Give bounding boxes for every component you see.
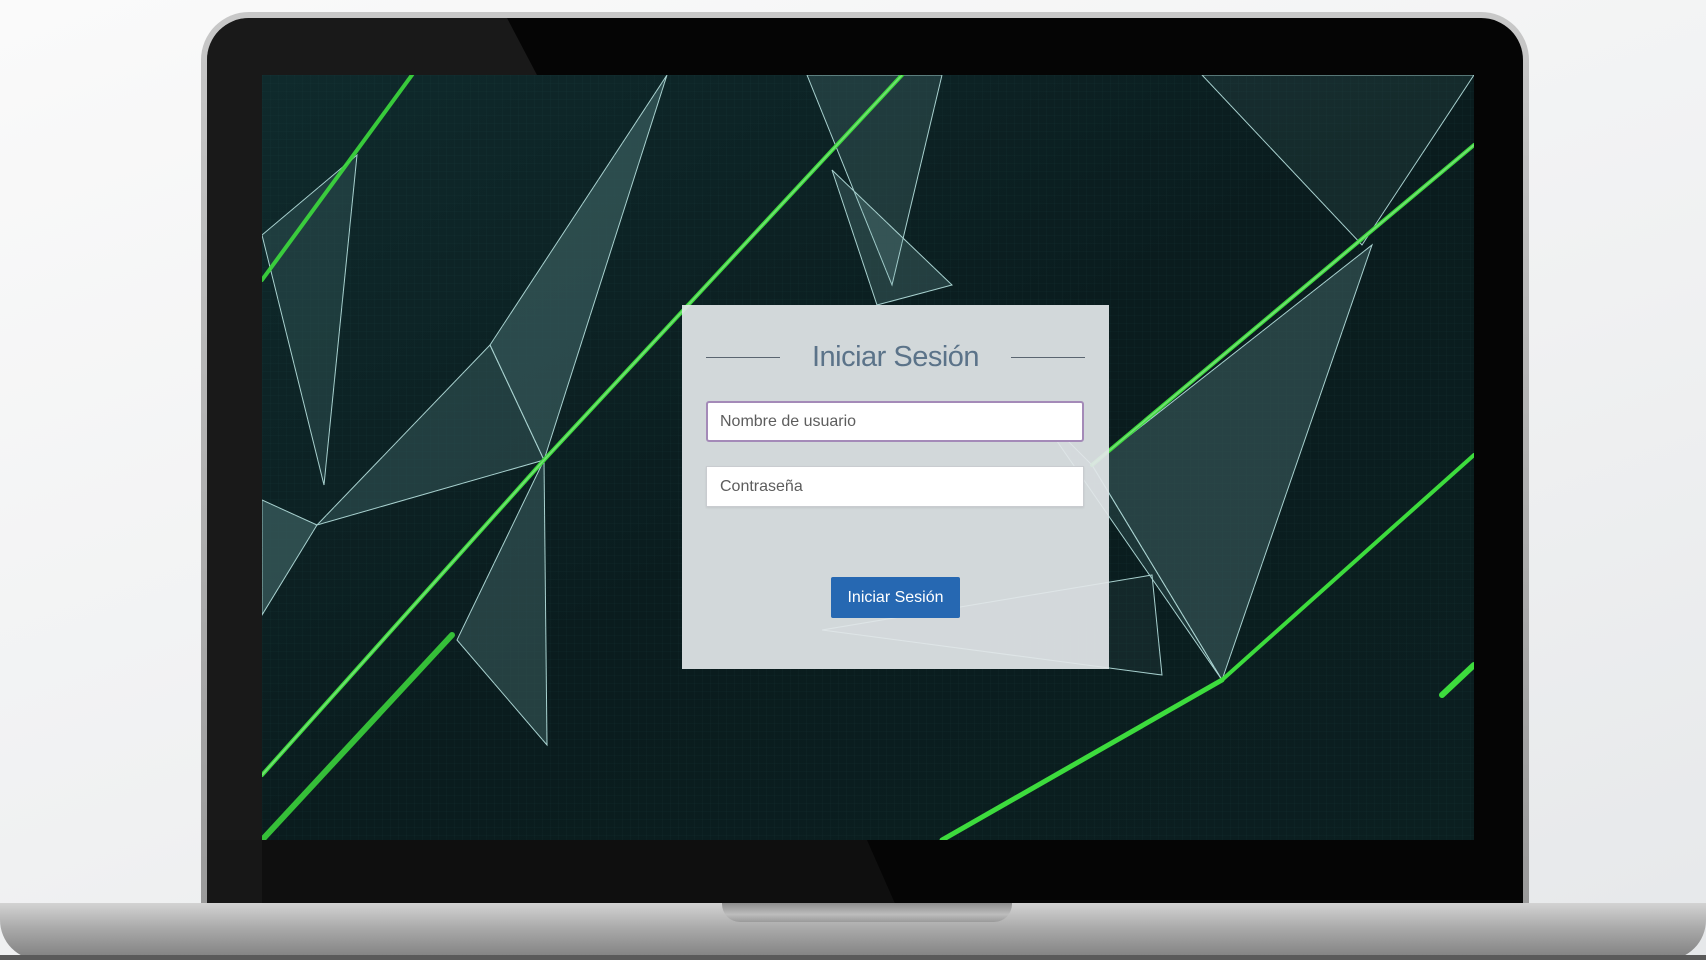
laptop-hinge (722, 903, 1012, 922)
title-divider-right (1011, 356, 1085, 358)
password-input[interactable] (706, 466, 1084, 507)
app-screen: Iniciar Sesión Iniciar Sesión (262, 75, 1474, 840)
login-card: Iniciar Sesión Iniciar Sesión (682, 305, 1109, 669)
login-title: Iniciar Sesión (811, 340, 980, 373)
laptop-lid: Iniciar Sesión Iniciar Sesión (201, 12, 1529, 908)
username-input[interactable] (706, 401, 1084, 442)
screen-bezel: Iniciar Sesión Iniciar Sesión (207, 18, 1523, 908)
base-shadow (0, 955, 1706, 960)
product-showcase: Iniciar Sesión Iniciar Sesión (0, 0, 1706, 960)
login-header: Iniciar Sesión (706, 333, 1085, 381)
login-submit-button[interactable]: Iniciar Sesión (831, 577, 960, 618)
login-actions: Iniciar Sesión (706, 577, 1085, 618)
title-divider-left (706, 356, 780, 358)
